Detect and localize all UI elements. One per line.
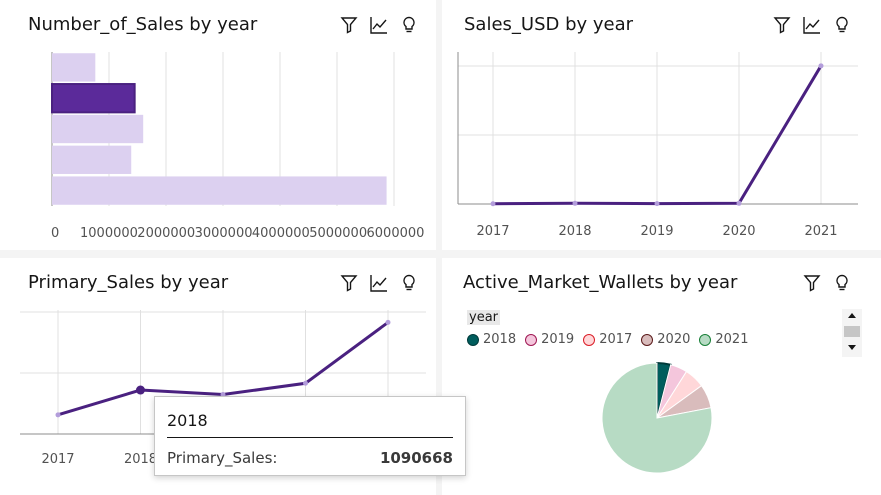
bar <box>52 114 144 144</box>
data-point <box>490 201 496 207</box>
chart-tooltip: 2018 Primary_Sales: 1090668 <box>154 396 466 476</box>
x-tick-label: 2017 <box>41 452 74 467</box>
sales-usd-chart: 2017 2018 2019 2020 2021 <box>457 52 858 239</box>
x-tick-label: 2000000 <box>137 226 195 241</box>
number-of-sales-chart: 0 1000000 2000000 3000000 4000000 5000000 6000… <box>51 52 425 241</box>
bar <box>51 83 136 114</box>
x-tick-label: 2018 <box>558 224 591 239</box>
x-tick-label: 2017 <box>476 224 509 239</box>
data-point <box>818 63 824 69</box>
bar <box>52 176 387 205</box>
x-tick-label: 2019 <box>640 224 673 239</box>
tooltip-label: Primary_Sales: <box>167 449 278 467</box>
tooltip-value: 1090668 <box>379 449 453 467</box>
x-tick-label: 0 <box>51 226 59 241</box>
x-tick-label: 5000000 <box>309 226 367 241</box>
x-tick-label: 2020 <box>722 224 755 239</box>
sales-usd-panel: Sales_USD by year 2017 2018 2019 2020 2021 <box>442 0 881 250</box>
x-tick-label: 4000000 <box>252 226 310 241</box>
bar <box>52 53 96 82</box>
tooltip-divider <box>167 437 453 438</box>
x-tick-label: 1000000 <box>80 226 138 241</box>
number-of-sales-panel: Number_of_Sales by year 0 1000000 2000000 3… <box>0 0 436 250</box>
data-point <box>385 319 391 325</box>
x-tick-label: 3000000 <box>195 226 253 241</box>
x-tick-label: 2021 <box>804 224 837 239</box>
tooltip-header: 2018 <box>167 411 208 430</box>
data-point <box>736 200 742 206</box>
data-point <box>136 385 145 395</box>
data-point <box>654 201 660 207</box>
bar <box>52 145 132 174</box>
x-tick-label: 2018 <box>124 452 157 467</box>
x-tick-label: 6000000 <box>367 226 425 241</box>
data-point <box>572 200 578 206</box>
data-point <box>55 412 61 418</box>
active-market-wallets-panel: Active_Market_Wallets by year year 2018 2… <box>442 258 881 495</box>
active-market-wallets-pie <box>601 361 713 474</box>
data-point <box>303 380 308 386</box>
